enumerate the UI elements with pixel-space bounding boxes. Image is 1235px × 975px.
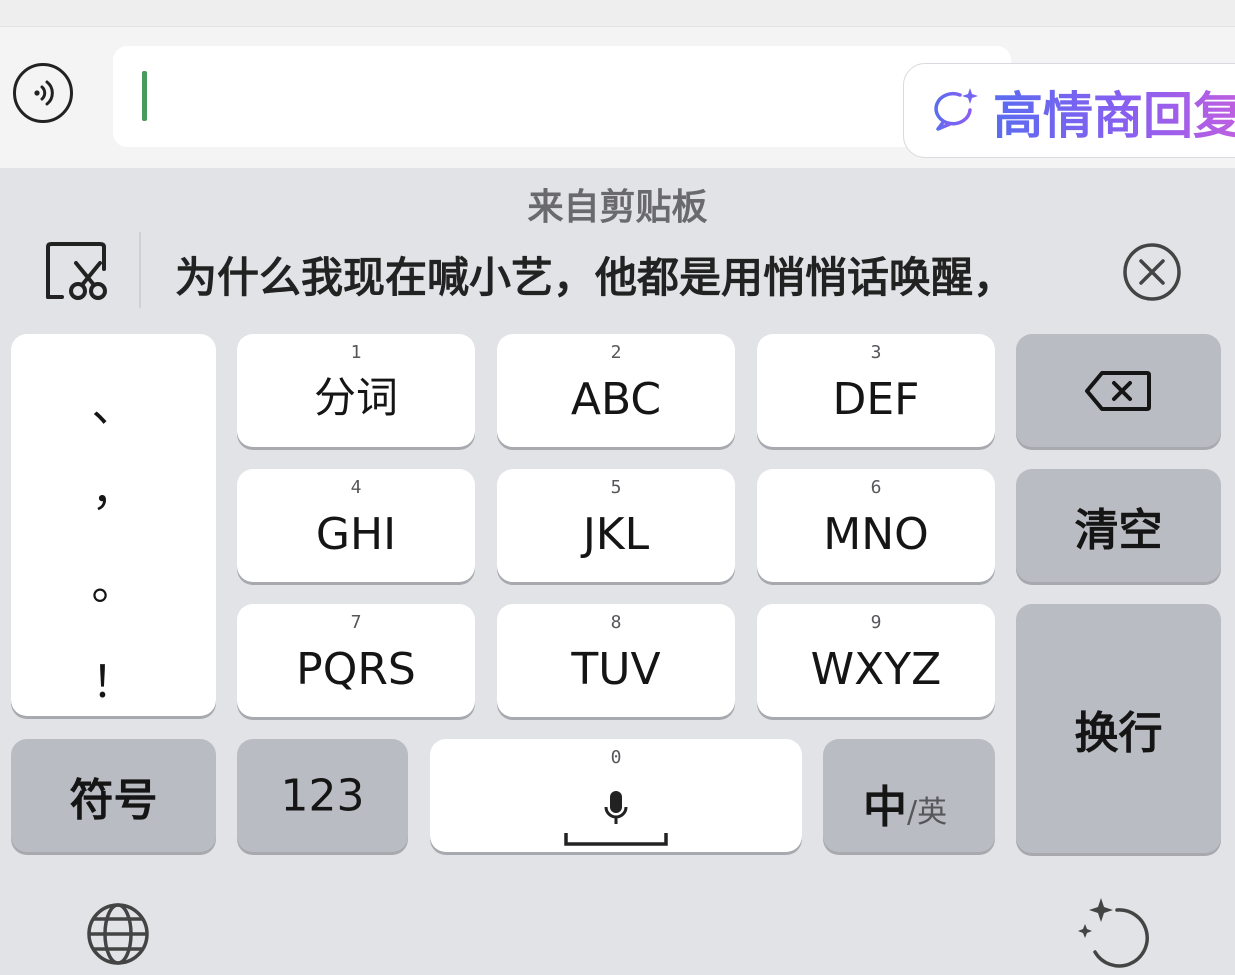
key-1-segment[interactable]: 1 分词 — [237, 334, 475, 447]
key-number: 5 — [610, 477, 622, 498]
key-number: 0 — [610, 747, 622, 768]
key-label: GHI — [315, 509, 397, 560]
key-label: MNO — [823, 509, 929, 560]
key-label: JKL — [582, 509, 650, 560]
clipboard-scissors-icon[interactable] — [44, 241, 110, 303]
key-7-pqrs[interactable]: 7 PQRS — [237, 604, 475, 717]
key-3-def[interactable]: 3 DEF — [757, 334, 995, 447]
backspace-icon — [1085, 371, 1151, 411]
text-input-field[interactable] — [113, 46, 1011, 147]
clipboard-heading: 来自剪贴板 — [527, 187, 708, 228]
enter-key-label: 换行 — [1074, 707, 1163, 759]
punct-key-exclaim[interactable]: ！ — [11, 646, 216, 710]
globe-icon[interactable] — [86, 902, 150, 966]
key-number: 1 — [350, 342, 362, 363]
key-label: ABC — [570, 374, 662, 425]
key-number: 9 — [870, 612, 882, 633]
key-8-tuv[interactable]: 8 TUV — [497, 604, 735, 717]
key-label: DEF — [832, 374, 920, 425]
key-2-abc[interactable]: 2 ABC — [497, 334, 735, 447]
lang-alt-label: /英 — [907, 795, 948, 830]
key-label: 分词 — [313, 373, 398, 422]
key-6-mno[interactable]: 6 MNO — [757, 469, 995, 582]
punct-key-period[interactable]: 。 — [11, 548, 216, 612]
numeric-key-label: 123 — [280, 770, 365, 821]
key-number: 3 — [870, 342, 882, 363]
space-key[interactable]: 0 — [430, 739, 802, 852]
clipboard-text[interactable]: 为什么我现在喊小艺，他都是用悄悄话唤醒， — [175, 244, 1015, 305]
key-number: 7 — [350, 612, 362, 633]
language-switch-key[interactable]: 中/英 — [823, 739, 995, 852]
space-bar-icon — [564, 833, 668, 846]
clear-key-label: 清空 — [1074, 504, 1163, 556]
key-5-jkl[interactable]: 5 JKL — [497, 469, 735, 582]
clear-key[interactable]: 清空 — [1016, 469, 1221, 582]
voice-broadcast-icon — [34, 80, 54, 106]
ai-sparkle-refresh-icon[interactable] — [1077, 896, 1153, 968]
voice-broadcast-button[interactable] — [13, 63, 73, 123]
key-number: 4 — [350, 477, 362, 498]
text-caret — [142, 71, 147, 121]
key-number: 2 — [610, 342, 622, 363]
sparkle-chat-bubble-icon — [934, 88, 978, 131]
microphone-icon — [604, 791, 628, 824]
key-number: 6 — [870, 477, 882, 498]
lang-main-label: 中 — [863, 782, 907, 833]
key-label: TUV — [571, 644, 661, 695]
punctuation-column: 、 ， 。 ！ — [11, 334, 216, 716]
punct-key-comma[interactable]: ， — [11, 454, 216, 518]
punct-key-dun[interactable]: 、 — [11, 370, 216, 434]
close-circle-icon[interactable] — [1122, 242, 1182, 302]
eq-reply-label[interactable]: 高情商回复 — [993, 76, 1235, 148]
clipboard-divider — [139, 232, 141, 308]
key-label: WXYZ — [810, 644, 942, 695]
key-label: PQRS — [296, 644, 416, 695]
backspace-key[interactable] — [1016, 334, 1221, 447]
key-9-wxyz[interactable]: 9 WXYZ — [757, 604, 995, 717]
numeric-key[interactable]: 123 — [237, 739, 408, 852]
key-number: 8 — [610, 612, 622, 633]
status-strip — [0, 0, 1235, 27]
symbol-key[interactable]: 符号 — [11, 739, 216, 852]
enter-newline-key[interactable]: 换行 — [1016, 604, 1221, 853]
key-4-ghi[interactable]: 4 GHI — [237, 469, 475, 582]
symbol-key-label: 符号 — [69, 774, 158, 826]
